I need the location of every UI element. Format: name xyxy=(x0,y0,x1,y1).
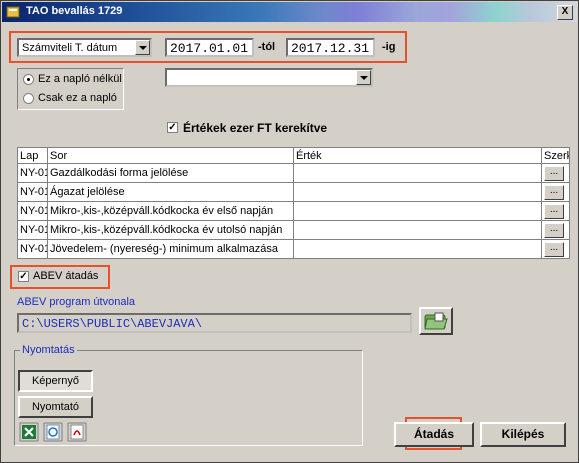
radio-button[interactable] xyxy=(23,93,34,104)
cell-ertek[interactable] xyxy=(293,201,542,221)
round-thousands-label: Értékek ezer FT kerekítve xyxy=(183,121,328,135)
app-icon xyxy=(6,6,20,18)
date-type-value: Számviteli T. dátum xyxy=(22,42,118,54)
abev-checkbox-label: ABEV átadás xyxy=(33,270,99,282)
edit-row-button[interactable]: ... xyxy=(544,242,564,257)
radio-button-checked[interactable] xyxy=(23,74,34,85)
abev-checkbox[interactable]: ✓ xyxy=(18,271,29,282)
radio-only-label: Csak ez a napló xyxy=(38,92,117,104)
close-button[interactable]: X xyxy=(557,5,573,20)
print-group-legend: Nyomtatás xyxy=(20,344,77,356)
abev-path-field[interactable]: C:\USERS\PUBLIC\ABEVJAVA\ xyxy=(17,313,412,333)
cell-lap: NY-01 xyxy=(17,239,48,259)
title-bar: TAO bevallás 1729 X xyxy=(2,2,577,22)
cell-edit: ... xyxy=(541,182,570,202)
main-window: TAO bevallás 1729 X Számviteli T. dátum … xyxy=(0,0,579,463)
round-thousands-checkbox[interactable]: ✓ xyxy=(167,122,178,133)
folder-open-icon xyxy=(424,312,448,330)
edit-row-button[interactable]: ... xyxy=(544,185,564,200)
excel-icon[interactable] xyxy=(19,422,39,442)
table-row[interactable]: NY-01 Mikro-,kis-,középváll.kódkocka év … xyxy=(17,201,570,221)
table-row[interactable]: NY-01 Ágazat jelölése ... xyxy=(17,182,570,202)
cell-lap: NY-01 xyxy=(17,220,48,240)
submit-button[interactable]: Átadás xyxy=(394,422,474,447)
cell-lap: NY-01 xyxy=(17,182,48,202)
cell-sor: Mikro-,kis-,középváll.kódkocka év első n… xyxy=(47,201,294,221)
cell-lap: NY-01 xyxy=(17,163,48,183)
cell-edit: ... xyxy=(541,163,570,183)
screen-button[interactable]: Képernyő xyxy=(18,370,93,392)
date-from-suffix: -tól xyxy=(258,41,276,53)
cell-ertek[interactable] xyxy=(293,220,542,240)
date-to-field[interactable]: 2017.12.31 xyxy=(286,38,375,57)
window-title: TAO bevallás 1729 xyxy=(26,5,123,17)
cell-sor: Gazdálkodási forma jelölése xyxy=(47,163,294,183)
date-type-select[interactable]: Számviteli T. dátum xyxy=(17,38,152,57)
cell-lap: NY-01 xyxy=(17,201,48,221)
col-header-sor: Sor xyxy=(47,147,294,164)
pdf-icon[interactable] xyxy=(67,422,87,442)
journal-radio-group: Ez a napló nélkül Csak ez a napló xyxy=(17,68,124,110)
col-header-lap: Lap xyxy=(17,147,48,164)
abev-path-label: ABEV program útvonala xyxy=(17,296,136,308)
table-row[interactable]: NY-01 Gazdálkodási forma jelölése ... xyxy=(17,163,570,183)
col-header-szerk: Szerk xyxy=(541,147,570,164)
tax-rows-table: Lap Sor Érték Szerk NY-01 Gazdálkodási f… xyxy=(17,147,570,259)
print-group: Nyomtatás Képernyő Nyomtató xyxy=(14,344,363,446)
date-from-field[interactable]: 2017.01.01 xyxy=(165,38,254,57)
chevron-down-icon[interactable] xyxy=(356,70,371,85)
chevron-down-icon[interactable] xyxy=(135,40,150,55)
cell-edit: ... xyxy=(541,201,570,221)
cell-edit: ... xyxy=(541,239,570,259)
printer-button[interactable]: Nyomtató xyxy=(18,396,93,418)
cell-sor: Mikro-,kis-,középváll.kódkocka év utolsó… xyxy=(47,220,294,240)
cell-edit: ... xyxy=(541,220,570,240)
radio-exclude-label: Ez a napló nélkül xyxy=(38,73,122,85)
refresh-icon[interactable] xyxy=(43,422,63,442)
table-row[interactable]: NY-01 Jövedelem- (nyereség-) minimum alk… xyxy=(17,239,570,259)
cell-sor: Ágazat jelölése xyxy=(47,182,294,202)
table-header-row: Lap Sor Érték Szerk xyxy=(17,147,570,164)
edit-row-button[interactable]: ... xyxy=(544,204,564,219)
date-to-suffix: -ig xyxy=(382,41,396,53)
col-header-ertek: Érték xyxy=(293,147,542,164)
cell-ertek[interactable] xyxy=(293,239,542,259)
edit-row-button[interactable]: ... xyxy=(544,223,564,238)
journal-select[interactable] xyxy=(165,68,373,87)
table-row[interactable]: NY-01 Mikro-,kis-,középváll.kódkocka év … xyxy=(17,220,570,240)
cell-ertek[interactable] xyxy=(293,163,542,183)
exit-button[interactable]: Kilépés xyxy=(480,422,566,447)
edit-row-button[interactable]: ... xyxy=(544,166,564,181)
cell-ertek[interactable] xyxy=(293,182,542,202)
browse-folder-button[interactable] xyxy=(419,307,453,335)
cell-sor: Jövedelem- (nyereség-) minimum alkalmazá… xyxy=(47,239,294,259)
